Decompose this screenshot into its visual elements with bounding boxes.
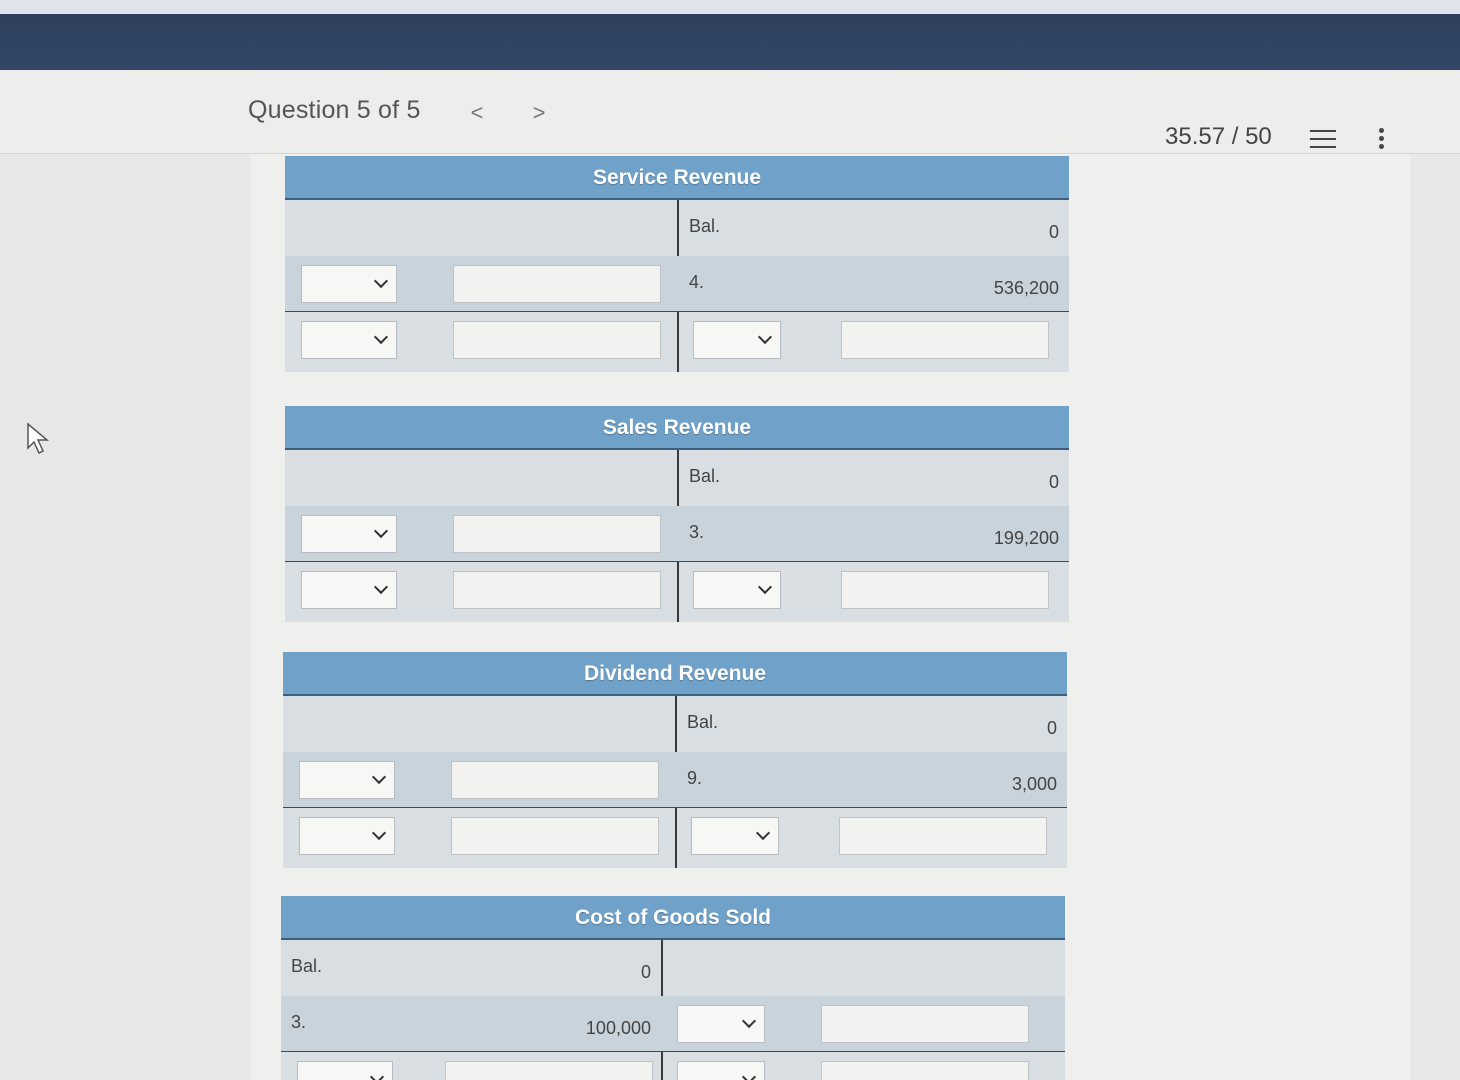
debit-amount-input[interactable] (445, 1061, 653, 1080)
t-account-dividend-revenue: Dividend Revenue Bal. 0 9. 3,000 (283, 652, 1067, 868)
chevron-down-icon (757, 329, 773, 345)
debit-label: Bal. (291, 956, 323, 976)
credit-entry-select[interactable] (693, 321, 781, 359)
credit-amount: 0 (1048, 222, 1059, 242)
credit-label: Bal. (687, 712, 719, 732)
debit-amount-input[interactable] (453, 515, 661, 553)
input-row (285, 312, 1069, 372)
debit-entry-select[interactable] (297, 1061, 393, 1080)
account-title: Service Revenue (285, 156, 1069, 200)
score-display: 35.57 / 50 (1165, 123, 1272, 150)
credit-entry-select[interactable] (693, 571, 781, 609)
credit-label: Bal. (689, 216, 721, 236)
debit-entry-select[interactable] (301, 321, 397, 359)
question-counter: Question 5 of 5 (248, 96, 421, 124)
chevron-down-icon (373, 579, 389, 595)
debit-amount: 100,000 (585, 1018, 651, 1038)
t-account-service-revenue: Service Revenue Bal. 0 4. 536,200 (285, 156, 1069, 372)
entry-row: 3. 100,000 (281, 996, 1065, 1052)
input-row (281, 1052, 1065, 1080)
debit-amount: 0 (640, 962, 651, 982)
balance-row: Bal. 0 (285, 450, 1069, 506)
credit-amount-input[interactable] (821, 1005, 1029, 1043)
debit-entry-select[interactable] (301, 265, 397, 303)
entry-row: 3. 199,200 (285, 506, 1069, 562)
next-question-button[interactable]: > (524, 98, 554, 128)
balance-row: Bal. 0 (283, 696, 1067, 752)
debit-entry-select[interactable] (301, 515, 397, 553)
credit-amount-input[interactable] (841, 571, 1049, 609)
mouse-cursor-icon (27, 422, 50, 455)
debit-amount-input[interactable] (451, 817, 659, 855)
input-row (283, 808, 1067, 868)
account-title: Cost of Goods Sold (281, 896, 1065, 940)
credit-label: 9. (687, 768, 703, 788)
browser-strip (0, 0, 1460, 14)
debit-entry-select[interactable] (301, 571, 397, 609)
credit-amount: 0 (1046, 718, 1057, 738)
more-vertical-icon[interactable] (1374, 126, 1388, 152)
chevron-down-icon (373, 329, 389, 345)
entry-row: 4. 536,200 (285, 256, 1069, 312)
chevron-down-icon (373, 273, 389, 289)
input-row (285, 562, 1069, 622)
credit-label: 4. (689, 272, 705, 292)
credit-amount: 199,200 (993, 528, 1059, 548)
debit-amount-input[interactable] (453, 321, 661, 359)
chevron-down-icon (741, 1013, 757, 1029)
debit-entry-select[interactable] (299, 761, 395, 799)
chevron-down-icon (373, 523, 389, 539)
debit-amount-input[interactable] (451, 761, 659, 799)
prev-question-button[interactable]: < (462, 98, 492, 128)
credit-amount-input[interactable] (841, 321, 1049, 359)
credit-amount: 536,200 (993, 278, 1059, 298)
debit-label: 3. (291, 1012, 307, 1032)
credit-amount-input[interactable] (839, 817, 1047, 855)
balance-row: Bal. 0 (281, 940, 1065, 996)
credit-entry-select[interactable] (677, 1061, 765, 1080)
debit-amount-input[interactable] (453, 571, 661, 609)
chevron-down-icon (371, 769, 387, 785)
credit-amount: 0 (1048, 472, 1059, 492)
credit-amount: 3,000 (1011, 774, 1057, 794)
chevron-down-icon (371, 825, 387, 841)
debit-entry-select[interactable] (299, 817, 395, 855)
account-title: Dividend Revenue (283, 652, 1067, 696)
t-account-sales-revenue: Sales Revenue Bal. 0 3. 199,200 (285, 406, 1069, 622)
balance-row: Bal. 0 (285, 200, 1069, 256)
chevron-down-icon (757, 579, 773, 595)
list-icon[interactable] (1310, 128, 1336, 150)
credit-entry-select[interactable] (691, 817, 779, 855)
debit-amount-input[interactable] (453, 265, 661, 303)
credit-entry-select[interactable] (677, 1005, 765, 1043)
chevron-down-icon (741, 1069, 757, 1080)
chevron-down-icon (369, 1069, 385, 1080)
credit-label: 3. (689, 522, 705, 542)
t-account-cost-of-goods-sold: Cost of Goods Sold Bal. 0 3. 100,000 (281, 896, 1065, 1080)
credit-amount-input[interactable] (821, 1061, 1029, 1080)
account-title: Sales Revenue (285, 406, 1069, 450)
entry-row: 9. 3,000 (283, 752, 1067, 808)
credit-label: Bal. (689, 466, 721, 486)
chevron-down-icon (755, 825, 771, 841)
